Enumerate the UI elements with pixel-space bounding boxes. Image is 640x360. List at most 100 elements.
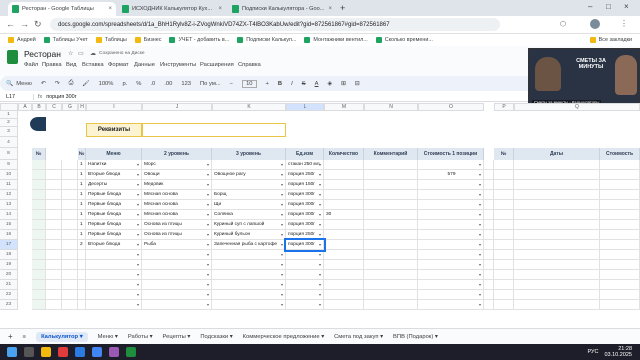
dropdown-chevron-icon[interactable]: ▾ — [281, 300, 283, 309]
cell-cost[interactable]: ▾ — [418, 200, 484, 210]
cell-unit[interactable]: порция 300г ▾ — [286, 200, 324, 210]
menu-insert[interactable]: Вставка — [82, 62, 104, 68]
language-indicator[interactable]: РУС — [587, 349, 598, 355]
dropdown-chevron-icon[interactable]: ▾ — [281, 180, 283, 189]
cell-level2[interactable]: Медовик ▾ — [142, 180, 212, 190]
cell-num[interactable] — [78, 260, 86, 270]
bookmark-item[interactable]: Андрей — [8, 37, 36, 43]
dropdown-chevron-icon[interactable]: ▾ — [207, 280, 209, 289]
cell[interactable] — [600, 200, 640, 210]
cell-comment[interactable] — [364, 260, 418, 270]
cell[interactable] — [32, 300, 46, 310]
menu-data[interactable]: Данные — [134, 62, 155, 68]
cell[interactable] — [46, 290, 62, 300]
cell[interactable] — [62, 260, 78, 270]
dropdown-chevron-icon[interactable]: ▾ — [319, 210, 321, 219]
bookmark-item[interactable]: Таблицы — [95, 37, 127, 43]
cell-level2[interactable]: Морс ▾ — [142, 160, 212, 170]
cell[interactable] — [514, 220, 600, 230]
cell[interactable] — [32, 240, 46, 250]
new-tab-icon[interactable]: + — [340, 3, 345, 13]
dropdown-chevron-icon[interactable]: ▾ — [479, 210, 481, 219]
dropdown-chevron-icon[interactable]: ▾ — [207, 200, 209, 209]
chrome-icon[interactable] — [92, 347, 102, 357]
dropdown-chevron-icon[interactable]: ▾ — [137, 280, 139, 289]
cell[interactable] — [514, 260, 600, 270]
cell-num[interactable]: 1 — [78, 190, 86, 200]
cell[interactable] — [46, 210, 62, 220]
cell[interactable] — [494, 170, 514, 180]
cell[interactable] — [484, 230, 494, 240]
font-size-input[interactable]: 10 — [242, 79, 257, 88]
cell-comment[interactable] — [364, 170, 418, 180]
dropdown-chevron-icon[interactable]: ▾ — [281, 200, 283, 209]
cell[interactable] — [62, 250, 78, 260]
cell-num[interactable]: 1 — [78, 210, 86, 220]
cell-level2[interactable]: ▾ — [142, 290, 212, 300]
column-header[interactable]: K — [212, 103, 286, 111]
cell-menu[interactable]: Первые блюда ▾ — [86, 220, 142, 230]
dropdown-chevron-icon[interactable]: ▾ — [137, 290, 139, 299]
cell[interactable] — [514, 210, 600, 220]
cell[interactable] — [484, 260, 494, 270]
cell[interactable] — [600, 190, 640, 200]
cell[interactable] — [484, 250, 494, 260]
dropdown-chevron-icon[interactable]: ▾ — [207, 190, 209, 199]
dropdown-chevron-icon[interactable]: ▾ — [319, 170, 321, 179]
cell-menu[interactable]: ▾ — [86, 300, 142, 310]
cell[interactable] — [32, 290, 46, 300]
row-header[interactable]: 20 — [0, 270, 18, 280]
cell-comment[interactable] — [364, 220, 418, 230]
cell-qty[interactable] — [324, 280, 364, 290]
cell-level3[interactable]: Запеченная рыба с картофе ▾ — [212, 240, 286, 250]
cell-cost[interactable]: ▾ — [418, 260, 484, 270]
menu-help[interactable]: Справка — [238, 62, 261, 68]
dropdown-chevron-icon[interactable]: ▾ — [137, 270, 139, 279]
cell[interactable] — [494, 230, 514, 240]
column-header[interactable]: H — [78, 103, 86, 111]
add-sheet-icon[interactable]: + — [8, 332, 13, 341]
cell-unit[interactable]: порция 250г ▾ — [286, 230, 324, 240]
bookmark-item[interactable]: Подписки Калькул... — [237, 37, 296, 43]
font-size-decrease[interactable]: − — [230, 81, 233, 87]
row-header[interactable]: 8 — [0, 148, 18, 160]
dropdown-chevron-icon[interactable]: ▾ — [479, 190, 481, 199]
cell-qty[interactable] — [324, 220, 364, 230]
dropdown-chevron-icon[interactable]: ▾ — [479, 180, 481, 189]
reload-icon[interactable]: ↻ — [34, 19, 42, 30]
document-title[interactable]: Ресторан — [24, 49, 61, 59]
dropdown-chevron-icon[interactable]: ▾ — [137, 210, 139, 219]
bookmark-item[interactable]: Бизнес — [134, 37, 161, 43]
cell[interactable] — [494, 220, 514, 230]
cell-level3[interactable]: ▾ — [212, 290, 286, 300]
cell-cost[interactable]: ▾ — [418, 290, 484, 300]
cell-level3[interactable]: Борщ ▾ — [212, 190, 286, 200]
dropdown-chevron-icon[interactable]: ▾ — [319, 270, 321, 279]
cell[interactable] — [514, 190, 600, 200]
dropdown-chevron-icon[interactable]: ▾ — [479, 270, 481, 279]
cell[interactable] — [484, 240, 494, 250]
cell-level3[interactable]: ▾ — [212, 160, 286, 170]
cell-comment[interactable] — [364, 230, 418, 240]
cell-cost[interactable]: ▾ — [418, 220, 484, 230]
cell-num[interactable] — [78, 270, 86, 280]
cell-menu[interactable]: ▾ — [86, 290, 142, 300]
cell-menu[interactable]: Первые блюда ▾ — [86, 230, 142, 240]
column-header[interactable]: J — [142, 103, 212, 111]
cell-cost[interactable]: ▾ — [418, 250, 484, 260]
bookmark-item[interactable]: Сколько времени... — [375, 37, 433, 43]
dropdown-chevron-icon[interactable]: ▾ — [281, 290, 283, 299]
cell-menu[interactable]: Первые блюда ▾ — [86, 200, 142, 210]
cell-num[interactable] — [78, 250, 86, 260]
strikethrough-icon[interactable]: S — [302, 81, 306, 87]
menu-file[interactable]: Файл — [24, 62, 38, 68]
row-header[interactable]: 19 — [0, 260, 18, 270]
dropdown-chevron-icon[interactable]: ▾ — [479, 160, 481, 169]
borders-icon[interactable]: ⊞ — [341, 81, 346, 87]
fill-color-icon[interactable]: ◈ — [327, 81, 331, 87]
cell[interactable] — [46, 180, 62, 190]
maximize-icon[interactable]: □ — [606, 2, 611, 11]
bookmark-item[interactable]: УЧЕТ - добавить в... — [169, 37, 229, 43]
cell-comment[interactable] — [364, 160, 418, 170]
cell-num[interactable]: 1 — [78, 170, 86, 180]
